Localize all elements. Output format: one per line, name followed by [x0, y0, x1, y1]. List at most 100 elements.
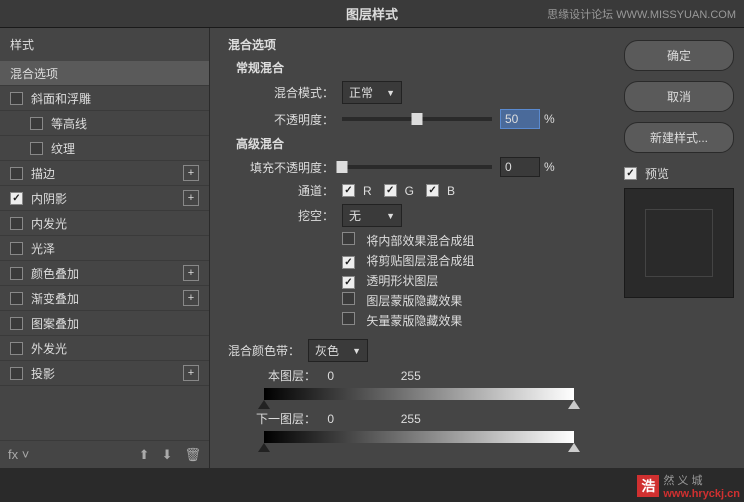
blendif-select[interactable]: 灰色▼ — [308, 339, 368, 362]
this-layer-bar[interactable] — [264, 388, 574, 400]
plus-icon[interactable]: + — [183, 190, 199, 206]
adv-label: 图层蒙版隐藏效果 — [363, 294, 462, 308]
style-checkbox[interactable] — [10, 367, 23, 380]
style-item[interactable]: 纹理 — [0, 136, 209, 161]
channel-r-checkbox[interactable] — [342, 184, 355, 197]
style-item[interactable]: 描边 + — [0, 161, 209, 186]
under-layer-label: 下一图层： — [244, 410, 316, 427]
fill-input[interactable]: 0 — [500, 157, 540, 177]
adv-checkbox[interactable] — [342, 232, 355, 245]
style-checkbox[interactable] — [10, 242, 23, 255]
adv-label: 将剪贴图层混合成组 — [363, 254, 474, 268]
adv-checkbox[interactable] — [342, 256, 355, 269]
wm-logo: 浩 — [637, 475, 659, 497]
fill-row: 填充不透明度： 0 % — [228, 157, 596, 177]
style-item[interactable]: 颜色叠加 + — [0, 261, 209, 286]
plus-icon[interactable]: + — [183, 165, 199, 181]
channel-g-checkbox[interactable] — [384, 184, 397, 197]
chevron-down-icon: ▼ — [386, 211, 395, 221]
plus-icon[interactable]: + — [183, 365, 199, 381]
chevron-down-icon: ▼ — [352, 346, 361, 356]
dialog-title: 图层样式 — [346, 4, 398, 23]
fill-unit: % — [544, 160, 555, 174]
style-item[interactable]: 光泽 — [0, 236, 209, 261]
blend-if-section: 混合颜色带： 灰色▼ 本图层： 0 255 下一图层： 0 255 — [228, 339, 596, 443]
channels-row: 通道： R G B — [228, 182, 596, 199]
knockout-row: 挖空： 无 ▼ — [228, 204, 596, 227]
style-checkbox[interactable] — [10, 292, 23, 305]
style-label: 颜色叠加 — [31, 265, 79, 282]
new-style-button[interactable]: 新建样式... — [624, 122, 734, 153]
this-layer-label: 本图层： — [244, 367, 316, 384]
ok-button[interactable]: 确定 — [624, 40, 734, 71]
blendif-label: 混合颜色带： — [228, 342, 300, 359]
dialog-body: 样式 混合选项斜面和浮雕等高线纹理描边+内阴影+内发光光泽颜色叠加+渐变叠加+图… — [0, 28, 744, 468]
style-item[interactable]: 外发光 — [0, 336, 209, 361]
knockout-label: 挖空： — [244, 207, 334, 224]
opacity-row: 不透明度： 50 % — [228, 109, 596, 129]
channels-label: 通道： — [244, 182, 334, 199]
style-label: 纹理 — [51, 140, 75, 157]
adv-option-row: 将剪贴图层混合成组 — [342, 252, 596, 269]
trash-icon[interactable]: 🗑 — [184, 447, 201, 463]
style-checkbox[interactable] — [30, 117, 43, 130]
style-item[interactable]: 图案叠加 — [0, 311, 209, 336]
style-item[interactable]: 渐变叠加+ — [0, 286, 209, 311]
sidebar-footer: fx ˅ ⬆ ⬇ 🗑 — [0, 440, 209, 468]
sidebar-header: 样式 — [0, 28, 209, 61]
style-item[interactable]: 混合选项 — [0, 61, 209, 86]
style-checkbox[interactable] — [10, 267, 23, 280]
style-label: 内阴影 — [31, 190, 67, 207]
advanced-options: 将内部效果混合成组 将剪贴图层混合成组 透明形状图层 图层蒙版隐藏效果 矢量蒙版… — [228, 232, 596, 329]
preview-checkbox[interactable] — [624, 167, 637, 180]
under-layer-bar[interactable] — [264, 431, 574, 443]
opacity-label: 不透明度： — [244, 111, 334, 128]
style-item[interactable]: 斜面和浮雕 — [0, 86, 209, 111]
right-panel: 确定 取消 新建样式... 预览 — [614, 28, 744, 468]
blend-mode-select[interactable]: 正常 ▼ — [342, 81, 402, 104]
style-label: 内发光 — [31, 215, 67, 232]
styles-sidebar: 样式 混合选项斜面和浮雕等高线纹理描边+内阴影+内发光光泽颜色叠加+渐变叠加+图… — [0, 28, 210, 468]
style-label: 斜面和浮雕 — [31, 90, 91, 107]
adv-label: 将内部效果混合成组 — [363, 234, 474, 248]
knockout-select[interactable]: 无 ▼ — [342, 204, 402, 227]
style-label: 外发光 — [31, 340, 67, 357]
style-list: 混合选项斜面和浮雕等高线纹理描边+内阴影+内发光光泽颜色叠加+渐变叠加+图案叠加… — [0, 61, 209, 440]
opacity-input[interactable]: 50 — [500, 109, 540, 129]
opacity-unit: % — [544, 112, 555, 126]
fx-icon[interactable]: fx ˅ — [8, 447, 29, 462]
style-checkbox[interactable] — [10, 92, 23, 105]
style-item[interactable]: 内阴影 + — [0, 186, 209, 211]
plus-icon[interactable]: + — [183, 265, 199, 281]
cancel-button[interactable]: 取消 — [624, 81, 734, 112]
down-icon[interactable]: ⬇ — [162, 447, 173, 463]
style-checkbox[interactable] — [30, 142, 43, 155]
preview-canvas — [624, 188, 734, 298]
style-checkbox[interactable] — [10, 217, 23, 230]
up-icon[interactable]: ⬆ — [139, 447, 150, 463]
style-item[interactable]: 内发光 — [0, 211, 209, 236]
channel-b-checkbox[interactable] — [426, 184, 439, 197]
chevron-down-icon: ▼ — [386, 88, 395, 98]
blend-mode-value: 正常 — [349, 84, 373, 101]
adv-checkbox[interactable] — [342, 312, 355, 325]
watermark-bottom: 浩 然 义 城 www.hryckj.cn — [637, 472, 740, 500]
adv-option-row: 透明形状图层 — [342, 272, 596, 289]
preview-label: 预览 — [645, 165, 669, 182]
style-item[interactable]: 投影+ — [0, 361, 209, 386]
opacity-slider[interactable] — [342, 117, 492, 121]
adv-option-row: 将内部效果混合成组 — [342, 232, 596, 249]
adv-checkbox[interactable] — [342, 276, 355, 289]
style-label: 描边 — [31, 165, 55, 182]
style-checkbox[interactable] — [10, 317, 23, 330]
adv-checkbox[interactable] — [342, 292, 355, 305]
style-checkbox[interactable] — [10, 167, 23, 180]
advanced-title: 高级混合 — [236, 135, 596, 152]
style-checkbox[interactable] — [10, 192, 23, 205]
style-item[interactable]: 等高线 — [0, 111, 209, 136]
style-label: 等高线 — [51, 115, 87, 132]
fill-slider[interactable] — [342, 165, 492, 169]
plus-icon[interactable]: + — [183, 290, 199, 306]
knockout-value: 无 — [349, 207, 361, 224]
style-checkbox[interactable] — [10, 342, 23, 355]
